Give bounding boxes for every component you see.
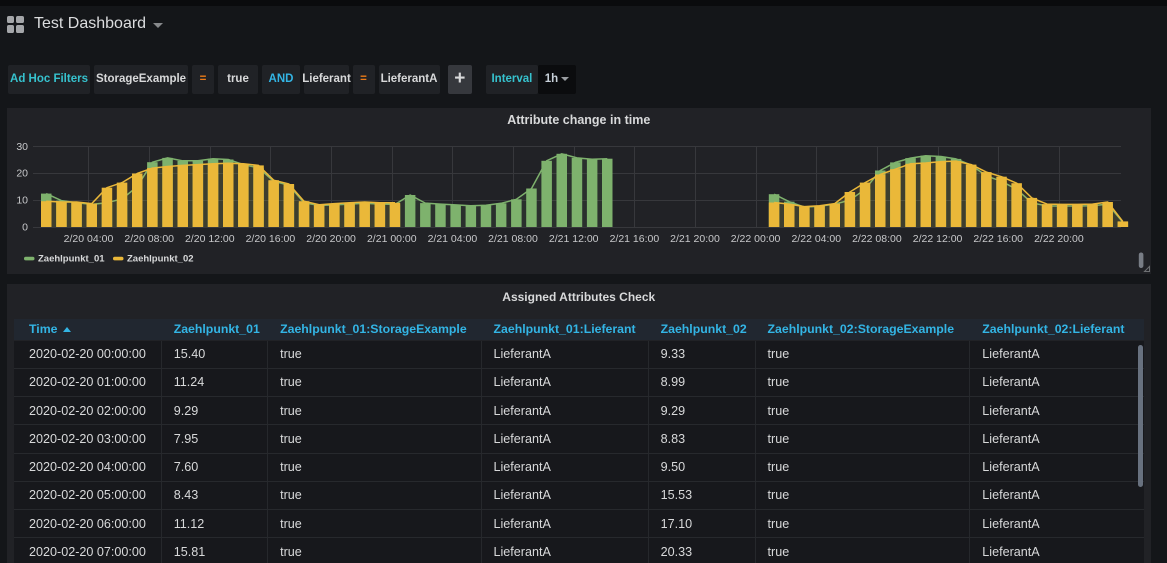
svg-text:10: 10 <box>16 195 28 207</box>
svg-text:2/22 20:00: 2/22 20:00 <box>1034 233 1084 245</box>
svg-text:2/22 16:00: 2/22 16:00 <box>973 233 1023 245</box>
svg-text:2/20 12:00: 2/20 12:00 <box>185 233 235 245</box>
svg-text:2/21 12:00: 2/21 12:00 <box>549 233 599 245</box>
svg-text:2/21 16:00: 2/21 16:00 <box>610 233 660 245</box>
svg-text:20: 20 <box>16 168 28 180</box>
svg-text:2/22 04:00: 2/22 04:00 <box>791 233 841 245</box>
svg-text:Zaehlpunkt_02: Zaehlpunkt_02 <box>127 254 194 265</box>
svg-text:2/21 04:00: 2/21 04:00 <box>428 233 478 245</box>
svg-text:2/21 20:00: 2/21 20:00 <box>670 233 720 245</box>
svg-text:2/22 00:00: 2/22 00:00 <box>731 233 781 245</box>
svg-text:2/20 04:00: 2/20 04:00 <box>64 233 114 245</box>
svg-text:2/22 08:00: 2/22 08:00 <box>852 233 902 245</box>
svg-text:2/20 20:00: 2/20 20:00 <box>306 233 356 245</box>
svg-text:2/21 08:00: 2/21 08:00 <box>488 233 538 245</box>
svg-text:2/20 16:00: 2/20 16:00 <box>246 233 296 245</box>
svg-text:Zaehlpunkt_01: Zaehlpunkt_01 <box>38 254 105 265</box>
svg-text:2/22 12:00: 2/22 12:00 <box>913 233 963 245</box>
svg-text:0: 0 <box>22 222 28 234</box>
svg-text:2/20 08:00: 2/20 08:00 <box>124 233 174 245</box>
svg-text:2/21 00:00: 2/21 00:00 <box>367 233 417 245</box>
svg-text:30: 30 <box>16 141 28 153</box>
